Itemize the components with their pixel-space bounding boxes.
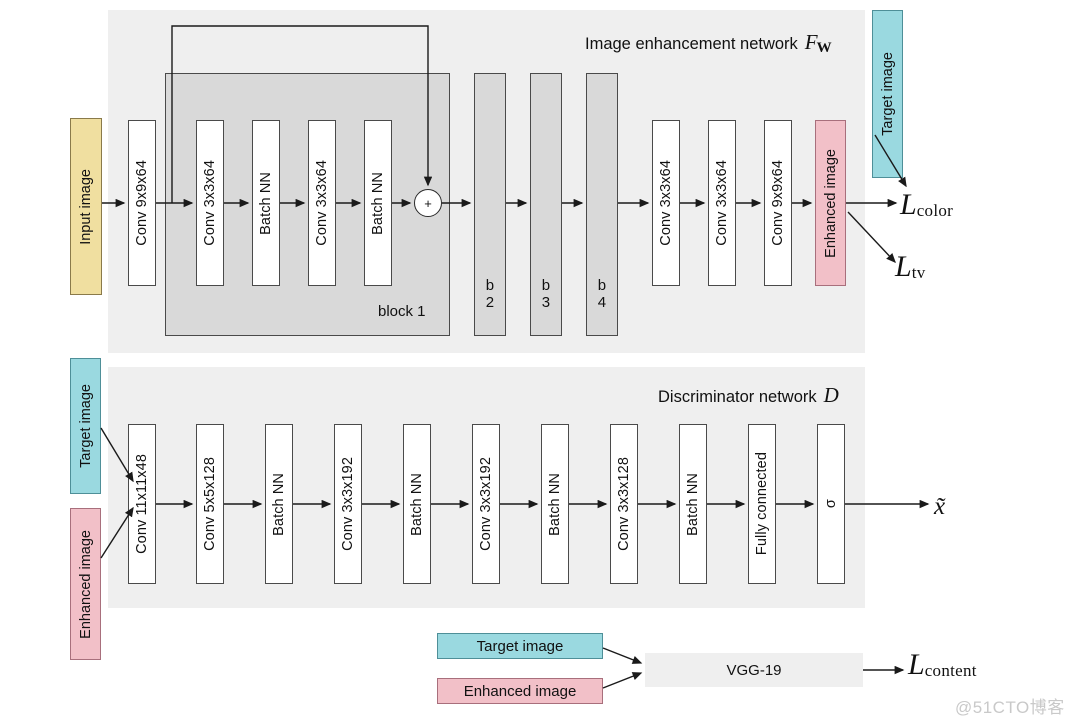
enh-layer-label: Conv 3x3x64 — [314, 160, 330, 246]
loss-content: Lcontent — [908, 648, 977, 682]
enhanced-image-box-discriminator: Enhanced image — [70, 508, 101, 660]
enh-layer-label: Conv 3x3x64 — [658, 160, 674, 246]
input-image-box: Input image — [70, 118, 102, 295]
figure-canvas: b 2 b 3 b 4 Conv 9x9x64 Conv 3x3x64 Batc… — [0, 0, 1080, 722]
residual-add-node: + — [414, 189, 442, 217]
discriminator-network-caption: Discriminator network D — [658, 383, 839, 408]
enhancement-symbol-subscript: W — [816, 40, 832, 57]
residual-block-b2: b 2 — [474, 73, 506, 336]
discriminator-symbol: D — [823, 383, 839, 407]
loss-tv: Ltv — [895, 250, 926, 284]
disc-layer-label: Batch NN — [685, 472, 701, 536]
enh-layer-label: Conv 9x9x64 — [134, 160, 150, 246]
target-image-box-top: Target image — [872, 10, 903, 178]
residual-block-b4-bottom: 4 — [597, 294, 607, 311]
watermark: @51CTO博客 — [955, 698, 1065, 717]
loss-color-symbol: L — [900, 188, 917, 221]
enh-layer-batchnn-1: Batch NN — [252, 120, 280, 286]
vgg19-box: VGG-19 — [645, 653, 863, 687]
disc-layer-label: Fully connected — [754, 452, 770, 556]
enhanced-image-box-vgg: Enhanced image — [437, 678, 603, 704]
enh-layer-conv3x3x64-2: Conv 3x3x64 — [308, 120, 336, 286]
disc-layer-batchnn-4: Batch NN — [679, 424, 707, 584]
residual-block-b3-top: b — [541, 277, 551, 294]
input-image-label: Input image — [78, 168, 94, 245]
disc-layer-batchnn-3: Batch NN — [541, 424, 569, 584]
enhancement-caption-text: Image enhancement network — [585, 35, 798, 53]
residual-block-b3: b 3 — [530, 73, 562, 336]
disc-layer-sigmoid: σ — [817, 424, 845, 584]
disc-layer-label: Conv 3x3x128 — [616, 457, 632, 551]
enhanced-image-label: Enhanced image — [822, 148, 839, 258]
disc-layer-conv3x3x192-1: Conv 3x3x192 — [334, 424, 362, 584]
disc-layer-label: Batch NN — [547, 472, 563, 536]
disc-layer-conv3x3x192-2: Conv 3x3x192 — [472, 424, 500, 584]
enh-layer-conv3x3x64-4: Conv 3x3x64 — [708, 120, 736, 286]
loss-color-subscript: color — [916, 201, 954, 221]
enh-layer-label: Conv 9x9x64 — [770, 160, 786, 246]
vgg19-label: VGG-19 — [726, 661, 782, 679]
disc-layer-conv5x5x128: Conv 5x5x128 — [196, 424, 224, 584]
loss-tv-symbol: L — [895, 250, 912, 283]
residual-block-b2-top: b — [485, 277, 495, 294]
loss-color: Lcolor — [900, 188, 953, 222]
enh-layer-batchnn-2: Batch NN — [364, 120, 392, 286]
disc-layer-conv3x3x128: Conv 3x3x128 — [610, 424, 638, 584]
target-image-label: Target image — [476, 637, 564, 655]
disc-layer-label: Conv 3x3x192 — [340, 457, 356, 551]
target-image-box-discriminator: Target image — [70, 358, 101, 494]
target-image-label: Target image — [879, 52, 896, 136]
residual-block-b4-top: b — [597, 277, 607, 294]
enh-layer-label: Conv 3x3x64 — [202, 160, 218, 246]
disc-layer-label: Conv 11x11x48 — [134, 454, 150, 554]
loss-content-symbol: L — [908, 648, 925, 681]
enh-layer-conv9x9x64-1: Conv 9x9x64 — [128, 120, 156, 286]
loss-tv-subscript: tv — [911, 263, 926, 283]
enh-layer-conv3x3x64-1: Conv 3x3x64 — [196, 120, 224, 286]
enhancement-symbol: F — [804, 30, 818, 54]
disc-layer-conv11x11x48: Conv 11x11x48 — [128, 424, 156, 584]
disc-layer-batchnn-2: Batch NN — [403, 424, 431, 584]
disc-layer-label: Conv 3x3x192 — [478, 457, 494, 551]
enhanced-image-label: Enhanced image — [463, 682, 577, 700]
plus-icon: + — [424, 195, 432, 211]
residual-block-b2-bottom: 2 — [485, 294, 495, 311]
enh-layer-label: Batch NN — [258, 171, 274, 235]
disc-layer-label: Batch NN — [271, 472, 287, 536]
enhancement-network-caption: Image enhancement network FW — [585, 30, 832, 57]
disc-layer-label: Conv 5x5x128 — [202, 457, 218, 551]
discriminator-caption-text: Discriminator network — [658, 388, 817, 406]
enhanced-image-label: Enhanced image — [77, 529, 94, 639]
enhanced-image-box-top: Enhanced image — [815, 120, 846, 286]
enh-layer-conv3x3x64-3: Conv 3x3x64 — [652, 120, 680, 286]
discriminator-output-label: x̃ — [934, 493, 946, 520]
loss-content-subscript: content — [924, 661, 977, 681]
target-image-box-vgg: Target image — [437, 633, 603, 659]
disc-layer-batchnn-1: Batch NN — [265, 424, 293, 584]
residual-block-b4: b 4 — [586, 73, 618, 336]
disc-layer-label: σ — [823, 499, 839, 509]
target-image-label: Target image — [77, 384, 94, 468]
disc-layer-fully-connected: Fully connected — [748, 424, 776, 584]
enh-layer-label: Batch NN — [370, 171, 386, 235]
disc-layer-label: Batch NN — [409, 472, 425, 536]
block1-label: block 1 — [378, 303, 426, 320]
residual-block-b3-bottom: 3 — [541, 294, 551, 311]
enh-layer-conv9x9x64-2: Conv 9x9x64 — [764, 120, 792, 286]
enh-layer-label: Conv 3x3x64 — [714, 160, 730, 246]
